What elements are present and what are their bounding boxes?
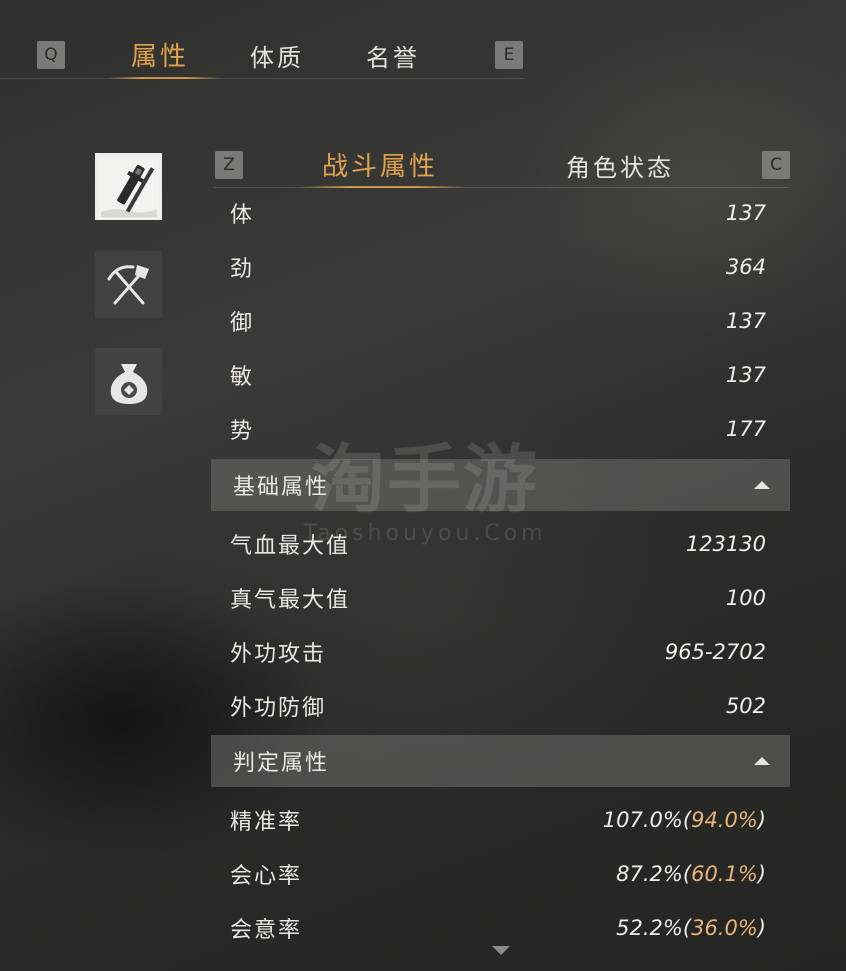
stat-row-yu: 御 137 <box>230 309 766 336</box>
tab-combat-attributes[interactable]: 战斗属性 <box>322 146 438 183</box>
money-bag-icon <box>110 363 147 404</box>
tab-constitution[interactable]: 体质 <box>250 38 304 73</box>
scroll-down-arrow-icon[interactable] <box>492 946 510 955</box>
stat-row-ext-defense: 外功防御 502 <box>230 694 766 721</box>
stat-row-accuracy: 精准率 107.0%(94.0%) <box>230 808 766 835</box>
side-tab-combat[interactable] <box>95 153 162 220</box>
c-key-hint[interactable]: C <box>762 151 790 179</box>
tools-icon <box>107 264 149 304</box>
tab-attributes[interactable]: 属性 <box>131 36 189 73</box>
stat-row-jin: 劲 364 <box>230 255 766 282</box>
stat-row-max-hp: 气血最大值 123130 <box>230 532 766 559</box>
tab-reputation[interactable]: 名誉 <box>366 38 420 73</box>
stat-row-min: 敏 137 <box>230 363 766 390</box>
tab-character-status[interactable]: 角色状态 <box>566 148 674 183</box>
stat-row-ti: 体 137 <box>230 201 766 228</box>
top-tab-divider <box>0 78 524 79</box>
q-key-hint[interactable]: Q <box>37 41 65 69</box>
stat-row-shi: 势 177 <box>230 417 766 444</box>
e-key-hint[interactable]: E <box>495 41 523 69</box>
collapse-arrow-icon[interactable] <box>754 757 770 765</box>
section-basic-attributes[interactable]: 基础属性 <box>211 459 790 511</box>
attribute-list[interactable]: 体 137 劲 364 御 137 敏 137 势 177 基础属性 气血最大值… <box>211 200 790 940</box>
side-tab-wealth[interactable] <box>95 348 162 415</box>
collapse-arrow-icon[interactable] <box>754 481 770 489</box>
sword-icon <box>98 156 159 217</box>
stat-row-ext-attack: 外功攻击 965-2702 <box>230 640 766 667</box>
stat-row-insight: 会意率 52.2%(36.0%) <box>230 916 766 940</box>
stat-row-crit: 会心率 87.2%(60.1%) <box>230 862 766 889</box>
section-judgement-attributes[interactable]: 判定属性 <box>211 735 790 787</box>
side-tab-life-skills[interactable] <box>95 251 162 318</box>
subtab-divider <box>213 187 790 188</box>
z-key-hint[interactable]: Z <box>215 151 243 179</box>
stat-row-max-qi: 真气最大值 100 <box>230 586 766 613</box>
